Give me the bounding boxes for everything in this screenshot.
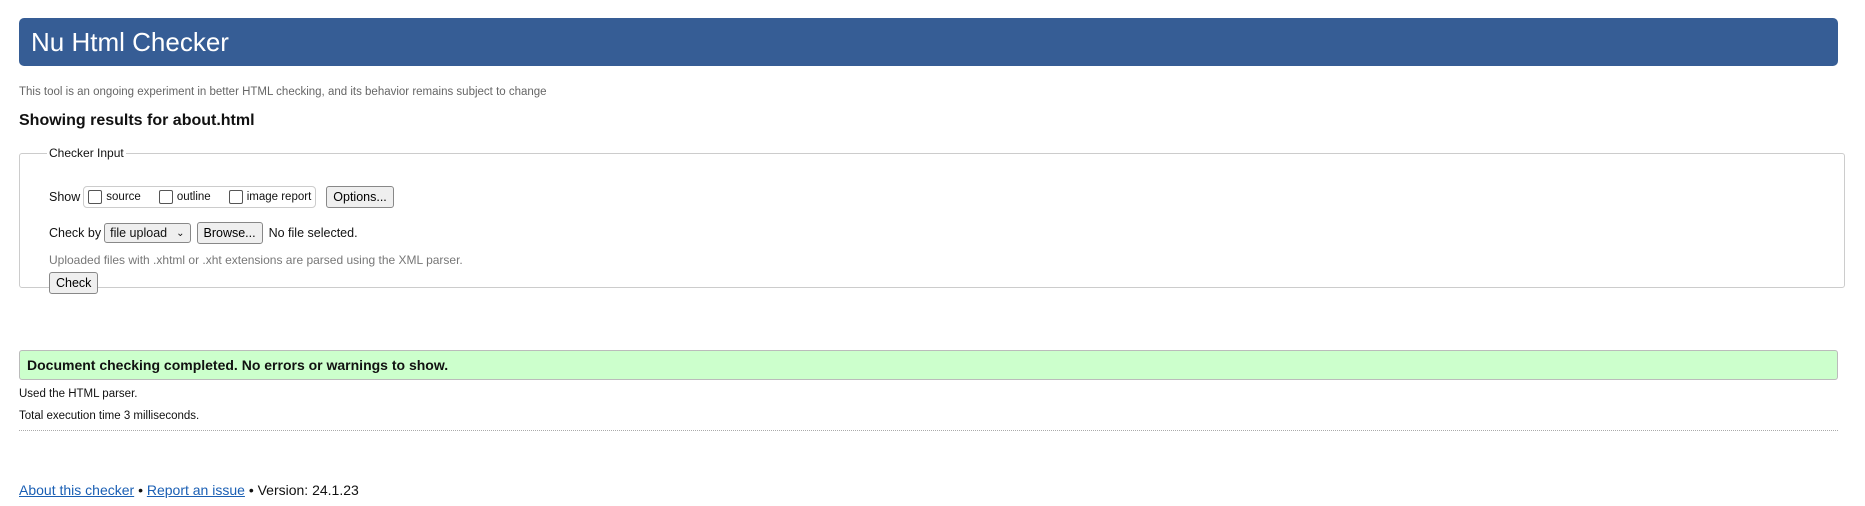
divider xyxy=(19,430,1838,431)
success-message: Document checking completed. No errors o… xyxy=(27,357,449,373)
fieldset-legend: Checker Input xyxy=(49,146,124,160)
app-header: Nu Html Checker xyxy=(19,18,1838,66)
app-title: Nu Html Checker xyxy=(31,27,229,57)
file-status: No file selected. xyxy=(268,226,358,240)
checkbox-icon[interactable] xyxy=(158,190,173,204)
footer-separator: • xyxy=(138,482,143,498)
parser-info: Used the HTML parser. xyxy=(19,388,138,400)
about-link[interactable]: About this checker xyxy=(19,482,134,498)
checkbox-icon[interactable] xyxy=(228,190,243,204)
show-label: Show xyxy=(49,190,81,204)
check-by-select[interactable]: file upload ⌄ xyxy=(104,223,191,243)
report-issue-link[interactable]: Report an issue xyxy=(147,482,245,498)
check-by-label: Check by xyxy=(49,226,102,240)
check-by-row: Check by file upload ⌄ Browse... No file… xyxy=(49,222,358,244)
version-text: • Version: 24.1.23 xyxy=(248,482,359,498)
footer: About this checker • Report an issue • V… xyxy=(19,482,359,498)
subtitle: This tool is an ongoing experiment in be… xyxy=(19,86,547,98)
page-title: Showing results for about.html xyxy=(19,112,255,129)
checkbox-icon[interactable] xyxy=(88,190,103,204)
browse-button[interactable]: Browse... xyxy=(196,222,263,244)
show-row: Show source outline image report Options… xyxy=(49,186,394,208)
show-outline-checkbox[interactable]: outline xyxy=(158,190,211,204)
show-options-group: source outline image report xyxy=(83,186,317,208)
show-source-checkbox[interactable]: source xyxy=(88,190,141,204)
options-button[interactable]: Options... xyxy=(326,186,394,208)
success-message-box: Document checking completed. No errors o… xyxy=(19,350,1838,380)
execution-time: Total execution time 3 milliseconds. xyxy=(19,410,200,422)
show-image-report-checkbox[interactable]: image report xyxy=(228,190,311,204)
checker-input-fieldset: Checker Input Show source outline image … xyxy=(19,146,1845,294)
chevron-down-icon: ⌄ xyxy=(176,227,185,239)
check-button[interactable]: Check xyxy=(49,272,99,294)
parser-hint: Uploaded files with .xhtml or .xht exten… xyxy=(49,253,463,267)
